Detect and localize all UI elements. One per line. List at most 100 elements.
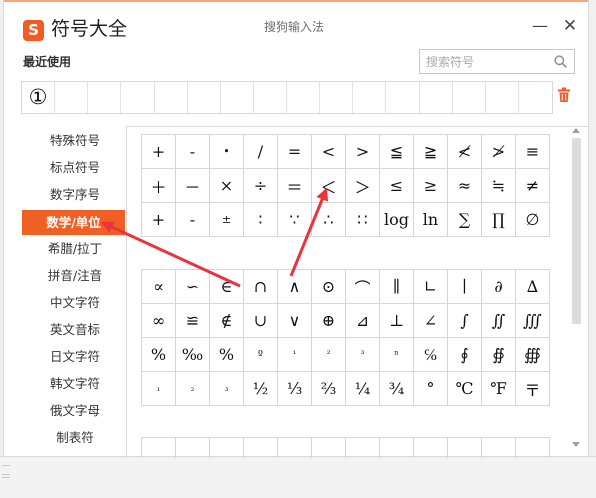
symbol-cell[interactable]: ₁	[142, 372, 176, 406]
recent-symbol-slot[interactable]	[287, 82, 321, 113]
recent-symbol-slot[interactable]	[188, 82, 221, 113]
symbol-cell[interactable]: ₃	[210, 372, 244, 406]
symbol-cell[interactable]: ∷	[346, 203, 380, 237]
symbol-cell[interactable]: ⊙	[312, 270, 346, 304]
recent-symbol-slot[interactable]	[453, 82, 486, 113]
symbol-cell[interactable]	[482, 438, 516, 458]
symbol-cell[interactable]: ³	[346, 338, 380, 372]
symbol-cell[interactable]: ∂	[482, 270, 516, 304]
recent-symbol-slot[interactable]	[88, 82, 122, 113]
symbol-cell[interactable]: ℉	[482, 372, 516, 406]
symbol-cell[interactable]: ∯	[482, 338, 516, 372]
symbol-cell[interactable]: °	[414, 372, 448, 406]
symbol-cell[interactable]: ln	[414, 203, 448, 237]
symbol-cell[interactable]: ∆	[516, 270, 550, 304]
trash-icon[interactable]	[557, 87, 571, 103]
symbol-cell[interactable]: ∧	[278, 270, 312, 304]
symbol-cell[interactable]: ∠	[414, 304, 448, 338]
symbol-cell[interactable]: -	[176, 203, 210, 237]
symbol-cell[interactable]	[448, 438, 482, 458]
symbol-cell[interactable]: <	[312, 135, 346, 169]
symbol-cell[interactable]: /	[244, 135, 278, 169]
recent-symbol-slot[interactable]	[353, 82, 387, 113]
sidebar-item[interactable]: 希腊/拉丁	[21, 236, 129, 261]
symbol-cell[interactable]: ≥	[414, 169, 448, 203]
symbol-cell[interactable]: +	[142, 203, 176, 237]
symbol-cell[interactable]: ÷	[244, 169, 278, 203]
symbol-cell[interactable]	[176, 438, 210, 458]
symbol-cell[interactable]	[414, 438, 448, 458]
symbol-cell[interactable]: ∫	[448, 304, 482, 338]
recent-symbol-slot[interactable]	[386, 82, 420, 113]
recent-symbol-slot[interactable]	[155, 82, 188, 113]
symbol-cell[interactable]: ≡	[516, 135, 550, 169]
recent-symbol-slot[interactable]	[254, 82, 287, 113]
symbol-cell[interactable]	[346, 438, 380, 458]
symbol-cell[interactable]: ⊿	[346, 304, 380, 338]
symbol-cell[interactable]: ≤	[380, 169, 414, 203]
symbol-cell[interactable]: ≒	[482, 169, 516, 203]
symbol-cell[interactable]: ∑	[448, 203, 482, 237]
symbol-cell[interactable]: ∥	[380, 270, 414, 304]
minimize-icon[interactable]: —	[529, 15, 551, 37]
search-input[interactable]	[420, 50, 548, 73]
symbol-cell[interactable]	[210, 438, 244, 458]
recent-symbol-slot[interactable]	[519, 82, 552, 113]
symbol-cell[interactable]: ≦	[380, 135, 414, 169]
symbol-cell[interactable]: ℅	[414, 338, 448, 372]
symbol-cell[interactable]: ⌒	[346, 270, 380, 304]
symbol-cell[interactable]	[278, 438, 312, 458]
symbol-cell[interactable]	[244, 438, 278, 458]
symbol-cell[interactable]: ²	[312, 338, 346, 372]
symbol-cell[interactable]: ∟	[414, 270, 448, 304]
symbol-cell[interactable]: -	[176, 135, 210, 169]
symbol-cell[interactable]: ‰	[176, 338, 210, 372]
symbol-cell[interactable]: ∝	[142, 270, 176, 304]
symbol-cell[interactable]: ¾	[380, 372, 414, 406]
symbol-cell[interactable]: ≌	[176, 304, 210, 338]
symbol-cell[interactable]: ℃	[448, 372, 482, 406]
sidebar-item[interactable]: 标点符号	[21, 155, 129, 180]
recent-symbol-slot[interactable]	[121, 82, 155, 113]
symbol-cell[interactable]: ∬	[482, 304, 516, 338]
sidebar-item[interactable]: 英文音标	[21, 317, 129, 342]
symbol-cell[interactable]: ∞	[142, 304, 176, 338]
symbol-cell[interactable]: ∶	[244, 203, 278, 237]
symbol-cell[interactable]: －	[176, 169, 210, 203]
symbol-cell[interactable]: ∵	[278, 203, 312, 237]
symbol-cell[interactable]: ∪	[244, 304, 278, 338]
symbol-cell[interactable]	[142, 438, 176, 458]
sidebar-item[interactable]: 制表符	[21, 425, 129, 450]
symbol-cell[interactable]: %	[210, 338, 244, 372]
search-box[interactable]	[419, 49, 575, 74]
symbol-cell[interactable]: log	[380, 203, 414, 237]
symbol-cell[interactable]: ∨	[278, 304, 312, 338]
symbol-cell[interactable]: ≧	[414, 135, 448, 169]
symbol-cell[interactable]: •	[210, 135, 244, 169]
symbol-cell[interactable]: ¹	[278, 338, 312, 372]
symbol-cell[interactable]: ⅔	[312, 372, 346, 406]
symbol-cell[interactable]: ∏	[482, 203, 516, 237]
symbol-cell[interactable]: ∅	[516, 203, 550, 237]
recent-symbol-slot[interactable]	[320, 82, 354, 113]
sidebar-item[interactable]: 数字序号	[21, 182, 129, 207]
symbol-cell[interactable]: ＝	[278, 169, 312, 203]
symbol-cell[interactable]: ⅓	[278, 372, 312, 406]
symbol-cell[interactable]: ⁿ	[380, 338, 414, 372]
sidebar-item[interactable]: 俄文字母	[21, 398, 129, 423]
symbol-cell[interactable]: %	[142, 338, 176, 372]
symbol-cell[interactable]: ∈	[210, 270, 244, 304]
recent-symbol-slot[interactable]	[221, 82, 254, 113]
symbol-cell[interactable]: ∭	[516, 304, 550, 338]
symbol-cell[interactable]: ×	[210, 169, 244, 203]
symbol-cell[interactable]: ≠	[516, 169, 550, 203]
symbol-cell[interactable]: ₂	[176, 372, 210, 406]
symbol-cell[interactable]: ≈	[448, 169, 482, 203]
symbol-cell[interactable]: ±	[210, 203, 244, 237]
symbol-cell[interactable]: ∴	[312, 203, 346, 237]
recent-symbol-slot[interactable]	[486, 82, 519, 113]
symbol-cell[interactable]: ⊥	[380, 304, 414, 338]
symbol-cell[interactable]: ⊕	[312, 304, 346, 338]
symbol-cell[interactable]: +	[142, 135, 176, 169]
recent-symbol-slot[interactable]	[55, 82, 89, 113]
